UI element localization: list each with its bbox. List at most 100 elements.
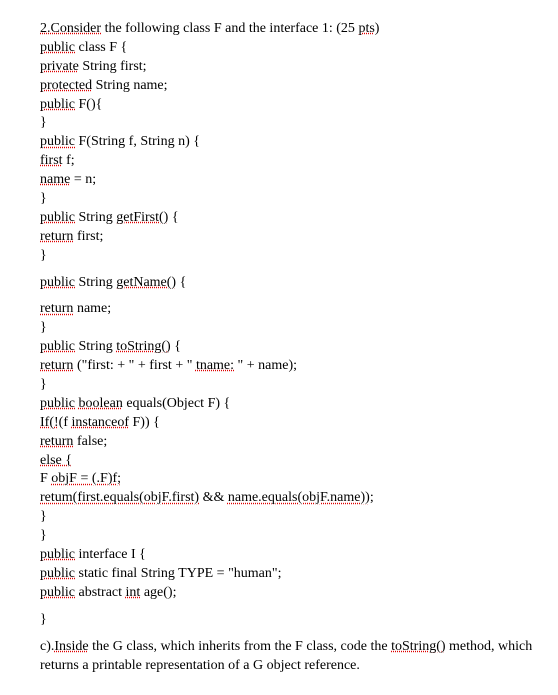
code-brace: } — [40, 114, 538, 133]
code-line: F objF = (.F)f; — [40, 470, 538, 489]
kw-public: public — [40, 210, 75, 225]
kw-return: return — [40, 229, 73, 244]
kw-public: public — [40, 547, 75, 562]
code-line: public interface I { — [40, 546, 538, 565]
kw-return: return — [40, 358, 73, 373]
code-text: equals(Object F) { — [123, 396, 230, 411]
blank-line — [40, 603, 538, 611]
kw-else: else { — [40, 453, 72, 468]
question-pts: pts — [358, 21, 374, 36]
code-text: F)) { — [129, 415, 160, 430]
kw-public: public — [40, 585, 75, 600]
code-brace: } — [40, 376, 538, 395]
blank-line — [40, 266, 538, 274]
code-line: else { — [40, 452, 538, 471]
code-text: String — [75, 210, 116, 225]
code-text: F — [40, 471, 51, 486]
code-line: If(!(f instanceof F)) { — [40, 414, 538, 433]
code-text: first; — [73, 229, 103, 244]
code-line: first f; — [40, 152, 538, 171]
code-line: public String getFirst() { — [40, 209, 538, 228]
var-first: first — [40, 153, 63, 168]
code-line: name = n; — [40, 171, 538, 190]
code-text: F(String f, String n) { — [75, 134, 200, 149]
code-text: { — [176, 275, 186, 290]
kw-public: public — [40, 339, 75, 354]
question-close: ) — [375, 21, 380, 36]
code-text: { — [171, 339, 181, 354]
code-text: name; — [73, 301, 111, 316]
code-line: public static final String TYPE = "human… — [40, 565, 538, 584]
kw-public: public — [40, 396, 75, 411]
code-brace: } — [40, 527, 538, 546]
method-getfirst: getFirst() — [116, 210, 168, 225]
kw-private: private — [40, 59, 79, 74]
code-line: return false; — [40, 433, 538, 452]
method-tostring: toString() — [116, 339, 170, 354]
code-line: public F(String f, String n) { — [40, 133, 538, 152]
code-text: String first; — [79, 59, 147, 74]
question-block: 2.Consider the following class F and the… — [40, 20, 538, 675]
code-text: abstract — [75, 585, 126, 600]
expr-name-equals: name.equals(objF.name)) — [228, 490, 370, 505]
kw-int: int — [126, 585, 141, 600]
code-brace: } — [40, 319, 538, 338]
part-c-underlined: Inside — [54, 639, 88, 654]
blank-line — [40, 292, 538, 300]
kw-instanceof: instanceof — [71, 415, 129, 430]
kw-return: return — [40, 434, 73, 449]
kw-public: public — [40, 40, 75, 55]
kw-public: public — [40, 134, 75, 149]
code-line: public class F { — [40, 39, 538, 58]
var-name: name — [40, 172, 70, 187]
code-text: String — [75, 275, 116, 290]
code-text: ("first: + " + first + " — [73, 358, 196, 373]
part-c-text: the G class, which inherits from the F c… — [89, 639, 391, 654]
code-line: return name; — [40, 300, 538, 319]
code-text: age(); — [140, 585, 176, 600]
code-text: interface I { — [75, 547, 146, 562]
part-c-label: c). — [40, 639, 54, 654]
kw-protected: protected — [40, 78, 92, 93]
code-text: (f — [59, 415, 72, 430]
var-objf: objF = (.F)f; — [51, 471, 121, 486]
code-line: return ("first: + " + first + " tname: "… — [40, 357, 538, 376]
code-line: public abstract int age(); — [40, 584, 538, 603]
typo-tname: tname: — [196, 358, 234, 373]
question-intro-underlined: Consider — [51, 21, 102, 36]
code-brace: } — [40, 508, 538, 527]
code-text: && — [199, 490, 228, 505]
code-line: public String getName() { — [40, 274, 538, 293]
typo-retum: retum(first.equals(objF.first) — [40, 490, 199, 505]
kw-if: If(! — [40, 415, 59, 430]
kw-boolean: boolean — [79, 396, 123, 411]
code-brace: } — [40, 611, 538, 630]
code-text: false; — [73, 434, 107, 449]
code-text: class F { — [75, 40, 127, 55]
code-brace: } — [40, 247, 538, 266]
question-heading: 2.Consider the following class F and the… — [40, 20, 538, 39]
kw-public: public — [40, 275, 75, 290]
code-line: public F(){ — [40, 96, 538, 115]
code-line: private String first; — [40, 58, 538, 77]
code-text: F(){ — [75, 97, 102, 112]
kw-public: public — [40, 97, 75, 112]
code-text: = n; — [70, 172, 96, 187]
code-text: String — [75, 339, 116, 354]
code-text: ; — [370, 490, 374, 505]
blank-line — [40, 630, 538, 638]
method-tostring: toString() — [391, 639, 445, 654]
code-line: retum(first.equals(objF.first) && name.e… — [40, 489, 538, 508]
code-line: protected String name; — [40, 77, 538, 96]
code-text: f; — [63, 153, 75, 168]
kw-return: return — [40, 301, 73, 316]
method-getname: getName() — [116, 275, 176, 290]
code-text: static final String TYPE = "human"; — [75, 566, 282, 581]
code-brace: } — [40, 190, 538, 209]
kw-public: public — [40, 566, 75, 581]
code-line: public boolean equals(Object F) { — [40, 395, 538, 414]
code-line: public String toString() { — [40, 338, 538, 357]
code-text: { — [168, 210, 178, 225]
code-text: String name; — [92, 78, 167, 93]
question-number: 2. — [40, 21, 51, 36]
